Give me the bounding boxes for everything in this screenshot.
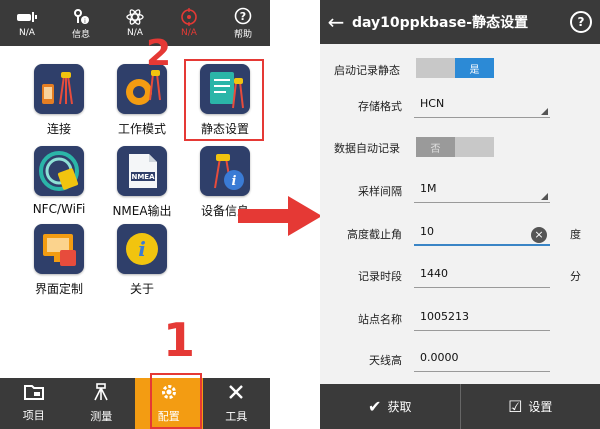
cutoff-angle-input[interactable]: 10 <box>414 220 550 246</box>
app-nmea-output[interactable]: NMEA NMEA输出 <box>97 146 187 219</box>
device-info-icon: i <box>200 146 250 196</box>
info-icon: i <box>72 7 90 25</box>
svg-text:i: i <box>232 174 237 189</box>
app-nfc-wifi-label: NFC/WiFi <box>32 202 86 216</box>
auto-start-toggle[interactable]: 是 <box>416 58 494 78</box>
folder-icon <box>23 384 44 404</box>
pointer-arrow <box>238 196 322 236</box>
connect-icon <box>34 64 84 114</box>
status-rover[interactable]: N/A <box>0 0 54 46</box>
nav-measure-label: 测量 <box>90 410 113 423</box>
sample-interval-label: 采样间隔 <box>358 185 402 198</box>
storage-format-label: 存储格式 <box>358 100 402 113</box>
page-title: day10ppkbase-静态设置 <box>352 15 529 31</box>
auto-start-toggle-off <box>416 58 455 78</box>
status-help-label: 帮助 <box>233 29 252 40</box>
row-storage-format: 存储格式 HCN <box>320 90 600 130</box>
app-connect-label: 连接 <box>46 122 71 136</box>
row-auto-start: 启动记录静态 是 <box>320 50 600 90</box>
status-info[interactable]: i 信息 <box>54 0 108 46</box>
step-number-2: 2 <box>146 33 172 74</box>
app-connect[interactable]: 连接 <box>14 64 104 137</box>
auto-record-toggle-on <box>455 137 494 157</box>
app-ui-customize-label: 界面定制 <box>34 282 83 296</box>
clear-icon[interactable]: × <box>531 227 547 243</box>
record-period-unit: 分 <box>570 270 581 283</box>
auto-record-toggle[interactable]: 否 <box>416 137 494 157</box>
help-icon: ? <box>234 7 252 25</box>
get-button-label: 获取 <box>387 400 412 414</box>
left-phone-screen: N/A i 信息 N/A N/A ? 帮助 连接 工作模式 静态设置 NFC/W… <box>0 0 270 429</box>
help-icon[interactable]: ? <box>570 11 592 33</box>
status-target-label: N/A <box>181 28 197 38</box>
checkbox-icon: ☑ <box>508 397 523 416</box>
row-record-period: 记录时段 1440 分 <box>320 260 600 300</box>
step-number-1: 1 <box>163 313 196 367</box>
row-sample-interval: 采样间隔 1M <box>320 175 600 215</box>
sample-interval-select[interactable]: 1M <box>414 177 550 203</box>
ui-customize-icon <box>34 224 84 274</box>
antenna-height-input[interactable]: 0.0000 <box>414 346 550 372</box>
app-nfc-wifi[interactable]: NFC/WiFi <box>14 146 104 216</box>
station-name-input[interactable]: 1005213 <box>414 305 550 331</box>
nav-measure[interactable]: 测量 <box>68 378 136 429</box>
auto-start-label: 启动记录静态 <box>334 64 400 77</box>
nmea-badge-text: NMEA <box>131 173 155 181</box>
app-about-label: 关于 <box>129 282 154 296</box>
row-station-name: 站点名称 1005213 <box>320 303 600 343</box>
antenna-height-label: 天线高 <box>369 354 402 367</box>
bottom-nav: 项目 测量 配置 工具 <box>0 378 270 429</box>
auto-start-toggle-on: 是 <box>455 58 494 78</box>
app-nmea-output-label: NMEA输出 <box>112 204 172 218</box>
measure-icon <box>91 383 111 405</box>
record-period-label: 记录时段 <box>358 270 402 283</box>
static-settings-header: ← day10ppkbase-静态设置 ? <box>320 0 600 44</box>
storage-format-select[interactable]: HCN <box>414 92 550 118</box>
get-button[interactable]: ✔ 获取 <box>320 384 460 429</box>
config-highlight <box>150 373 202 429</box>
atom-icon <box>126 8 144 26</box>
row-antenna-height: 天线高 0.0000 <box>320 344 600 384</box>
status-atom-label: N/A <box>127 28 143 38</box>
checkmark-icon: ✔ <box>368 397 382 416</box>
nav-tools-label: 工具 <box>225 410 248 423</box>
right-phone-screen: ← day10ppkbase-静态设置 ? 启动记录静态 是 存储格式 HCN … <box>320 0 600 429</box>
auto-record-toggle-off: 否 <box>416 137 455 157</box>
app-about[interactable]: i 关于 <box>97 224 187 297</box>
nmea-document-icon: NMEA <box>117 146 167 196</box>
station-name-label: 站点名称 <box>358 313 402 326</box>
nav-project[interactable]: 项目 <box>0 378 68 429</box>
set-button[interactable]: ☑ 设置 <box>459 384 600 429</box>
app-work-mode-label: 工作模式 <box>117 122 166 136</box>
about-icon: i <box>117 224 167 274</box>
action-bar: ✔ 获取 ☑ 设置 <box>320 384 600 429</box>
record-period-input[interactable]: 1440 <box>414 262 550 288</box>
nfc-wifi-icon <box>34 146 84 196</box>
svg-text:i: i <box>138 237 146 261</box>
status-help[interactable]: ? 帮助 <box>216 0 270 46</box>
status-rover-label: N/A <box>19 28 35 38</box>
nav-project-label: 项目 <box>22 409 45 422</box>
status-info-label: 信息 <box>71 29 90 40</box>
cutoff-angle-unit: 度 <box>570 228 581 241</box>
app-work-mode[interactable]: 工作模式 <box>97 64 187 137</box>
back-arrow-icon[interactable]: ← <box>320 10 352 34</box>
nav-tools[interactable]: 工具 <box>203 378 271 429</box>
cutoff-angle-label: 高度截止角 <box>347 228 402 241</box>
row-cutoff-angle: 高度截止角 10 × 度 <box>320 218 600 258</box>
app-ui-customize[interactable]: 界面定制 <box>14 224 104 297</box>
svg-text:?: ? <box>240 10 246 23</box>
auto-record-label: 数据自动记录 <box>334 142 400 155</box>
status-bar: N/A i 信息 N/A N/A ? 帮助 <box>0 0 270 46</box>
target-icon <box>180 8 198 26</box>
static-settings-highlight <box>184 59 264 141</box>
tools-icon <box>227 383 245 405</box>
row-auto-record: 数据自动记录 否 <box>320 132 600 172</box>
set-button-label: 设置 <box>528 400 553 414</box>
satellite-rover-icon <box>16 8 38 26</box>
